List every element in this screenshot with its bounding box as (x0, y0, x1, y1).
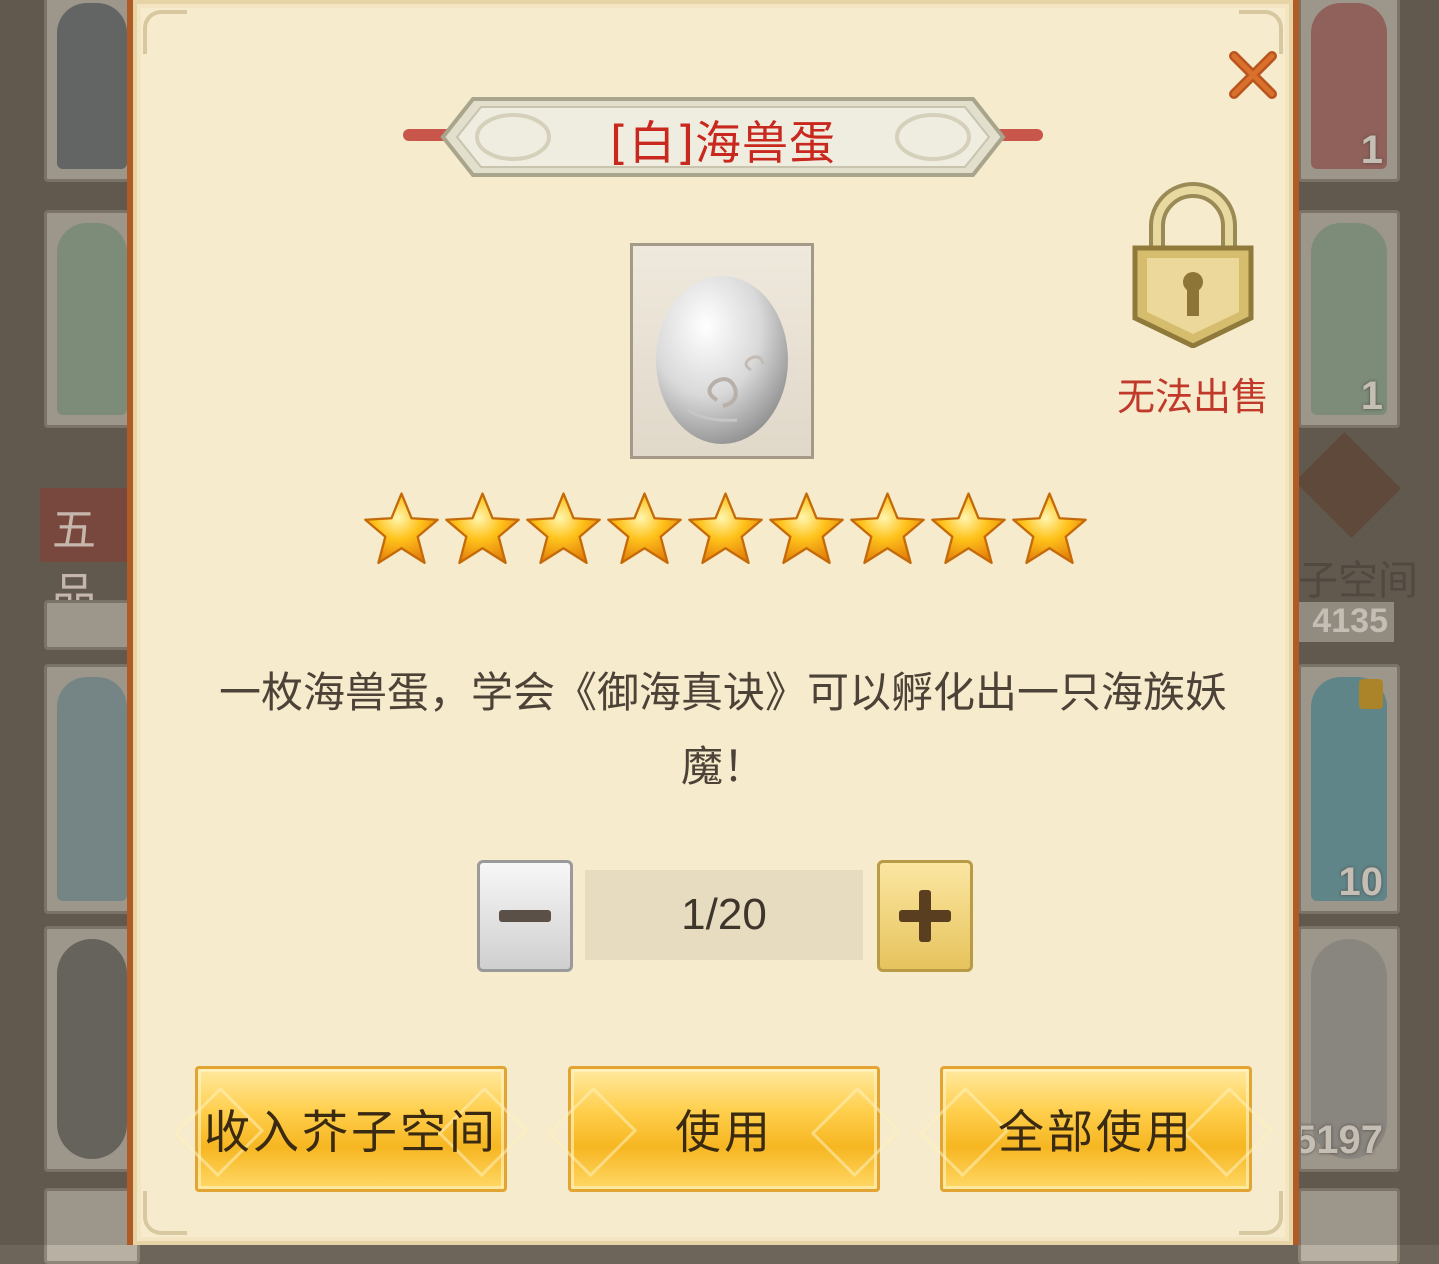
quantity-value[interactable]: 1/20 (585, 870, 863, 960)
bg-slot: 5197 (1298, 926, 1400, 1172)
bg-slot: 10 (1298, 664, 1400, 914)
bg-item-count: 1 (1360, 128, 1383, 172)
corner-ornament (1239, 1191, 1283, 1235)
bg-storage-label: 子空间 (1298, 558, 1418, 604)
gold-lock-icon (1123, 178, 1263, 349)
unsellable-label: 无法出售 (1116, 375, 1269, 419)
bg-slot (44, 0, 140, 182)
star-icon (364, 492, 439, 565)
bg-item-count: 10 (1338, 860, 1384, 904)
bg-slot (44, 664, 140, 914)
bg-slot (44, 210, 140, 428)
use-all-button-label: 全部使用 (998, 1105, 1194, 1159)
item-detail-dialog: [白]海兽蛋 无法出售 一枚海兽蛋，学会《御海真诀》可以孵化出一只海族妖魔！ 1… (127, 0, 1299, 1245)
bg-item-count: 5197 (1298, 1118, 1383, 1162)
bg-count-bar: 4135 (1298, 602, 1394, 642)
item-icon-frame (630, 243, 814, 459)
star-icon (1012, 492, 1087, 565)
use-button-label: 使用 (675, 1105, 773, 1159)
quantity-increase-button[interactable] (877, 860, 973, 972)
bg-slot: 1 (1298, 0, 1400, 182)
bg-slot: 1 (1298, 210, 1400, 428)
white-egg-icon (656, 276, 788, 444)
minus-icon (499, 910, 551, 922)
item-title: [白]海兽蛋 (610, 116, 836, 170)
close-button[interactable] (1218, 40, 1288, 110)
star-icon (445, 492, 520, 565)
star-icon (769, 492, 844, 565)
star-icon (931, 492, 1006, 565)
use-all-button[interactable]: 全部使用 (940, 1066, 1252, 1192)
quantity-decrease-button[interactable] (477, 860, 573, 972)
title-banner: [白]海兽蛋 (403, 93, 1043, 181)
bg-slot (44, 1188, 140, 1264)
store-to-space-button[interactable]: 收入芥子空间 (195, 1066, 507, 1192)
star-icon (688, 492, 763, 565)
star-icon (607, 492, 682, 565)
plus-icon (899, 890, 951, 942)
bg-item-count: 4135 (1312, 602, 1388, 640)
bg-item-count: 1 (1360, 374, 1383, 418)
bg-slot (44, 926, 140, 1172)
star-icon (850, 492, 925, 565)
bg-slot (1298, 1188, 1400, 1264)
bg-chest-icon (1294, 431, 1402, 539)
corner-ornament (143, 1191, 187, 1235)
close-icon (1229, 51, 1277, 99)
item-description: 一枚海兽蛋，学会《御海真诀》可以孵化出一只海族妖魔！ (218, 668, 1227, 791)
bg-slot (44, 600, 140, 650)
star-rating (363, 488, 1088, 574)
bg-lock-icon (1359, 679, 1383, 709)
store-button-label: 收入芥子空间 (204, 1105, 498, 1159)
use-button[interactable]: 使用 (568, 1066, 880, 1192)
corner-ornament (143, 10, 187, 54)
bg-grade-tag: 五品 (40, 488, 132, 620)
star-icon (526, 492, 601, 565)
